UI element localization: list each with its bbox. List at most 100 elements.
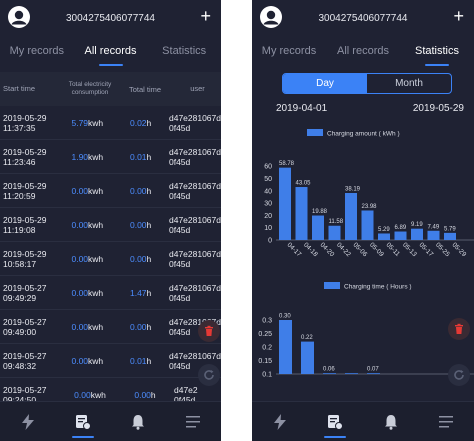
user-id-line1: d47e2 [174,384,198,395]
duration-value: 0.01 [129,355,147,366]
table-row[interactable]: 2019-05-29 10:58:17 0.00kwh 0.00h d47e281067… [0,242,221,276]
energy-cell: 0.00kwh [54,322,120,332]
y-tick-label: 10 [264,225,272,232]
data-label: 0.06 [323,367,335,373]
tab-my-records[interactable]: My records [0,45,74,57]
user-cell: d47e281067d 0f45d [161,283,221,303]
bar [312,215,324,240]
end-date[interactable]: 2019-05-29 [413,103,464,114]
y-tick-label: 0.3 [262,318,272,325]
record-time: 10:58:17 [3,258,37,269]
tab-my-records[interactable]: My records [252,45,326,57]
month-toggle[interactable]: Month [367,74,451,93]
delete-button[interactable] [448,318,470,340]
duration-value: 0.00 [129,219,147,230]
duration-value: 0.00 [134,389,151,400]
bar [361,210,374,240]
refresh-button[interactable] [448,364,470,386]
top-bar: 3004275406077744 + [0,0,221,36]
table-row[interactable]: 2019-05-29 11:20:59 0.00kwh 0.00h d47e281067… [0,174,221,208]
duration-unit: h [146,321,152,332]
user-id-line2: 0f45d [168,292,191,303]
y-tick-label: 60 [264,164,272,171]
table-row[interactable]: 2019-05-27 09:48:32 0.00kwh 0.01h d47e281067… [0,344,221,378]
nav-records[interactable] [55,402,110,441]
bar [394,231,407,240]
record-time: 11:20:59 [3,190,36,201]
x-tick-label: 05-17 [418,241,435,258]
tab-statistics[interactable]: Statistics [400,45,474,66]
user-id-line1: d47e281067d [168,248,221,259]
table-row[interactable]: 2019-05-27 09:49:00 0.00kwh 0.00h d47e281067… [0,310,221,344]
refresh-button[interactable] [198,364,220,386]
x-tick-label: 05-11 [385,241,402,258]
nav-menu[interactable] [166,402,221,441]
active-nav-indicator [71,435,94,438]
duration-cell: 0.01h [120,356,161,366]
date-range: 2019-04-01 2019-05-29 [252,103,474,117]
energy-cell: 0.00kwh [56,390,124,400]
energy-cell: 0.00kwh [54,220,120,230]
start-date[interactable]: 2019-04-01 [276,103,327,114]
duration-cell: 0.00h [120,254,161,264]
data-label: 23.98 [362,204,378,210]
energy-value: 0.00 [71,253,89,264]
tab-all-records[interactable]: All records [74,45,148,66]
duration-unit: h [146,253,152,264]
add-button[interactable]: + [453,5,464,27]
data-label: 19.88 [312,209,328,215]
tab-all-records[interactable]: All records [326,45,400,57]
nav-charge[interactable] [252,402,308,441]
energy-cell: 1.90kwh [54,152,120,162]
table-row[interactable]: 2019-05-29 11:23:46 1.90kwh 0.01h d47e281067… [0,140,221,174]
duration-unit: h [150,389,156,400]
tab-statistics[interactable]: Statistics [147,45,221,57]
energy-value: 5.79 [71,117,89,128]
data-label: 43.05 [296,181,312,187]
user-id-line2: 0f45d [168,224,191,235]
table-row[interactable]: 2019-05-29 11:37:35 5.79kwh 0.02h d47e281067… [0,106,221,140]
avatar-icon[interactable] [8,6,30,28]
energy-value: 0.00 [71,355,89,366]
nav-notifications[interactable] [363,402,419,441]
record-date: 2019-05-27 [3,282,47,293]
period-toggle: Day Month [282,73,452,94]
energy-value: 1.90 [71,151,89,162]
bar [427,230,440,240]
y-tick-label: 40 [264,188,272,195]
nav-menu[interactable] [419,402,474,441]
y-tick-label: 0.1 [262,372,272,379]
lightning-icon [21,413,34,430]
delete-button[interactable] [198,320,220,342]
user-id-line1: d47e281067d [168,350,221,361]
energy-unit: kwh [88,185,104,196]
data-label: 7.49 [428,224,440,230]
duration-cell: 0.01h [120,152,161,162]
data-label: 9.19 [411,222,423,228]
add-button[interactable]: + [200,5,211,27]
day-toggle[interactable]: Day [283,74,367,93]
record-time: 09:48:32 [3,360,37,371]
duration-cell: 1.47h [120,288,161,298]
user-id-line1: d47e281067d [168,180,221,191]
nav-charge[interactable] [0,402,55,441]
x-tick-label: 05-06 [352,241,369,258]
column-user: user [190,84,205,93]
record-time: 09:49:00 [3,326,37,337]
duration-unit: h [146,151,152,162]
duration-cell: 0.02h [120,118,161,128]
y-tick-label: 20 [264,213,272,220]
nav-records[interactable] [308,402,364,441]
avatar-icon[interactable] [260,6,282,28]
user-id-line2: 0f45d [168,326,191,337]
duration-value: 0.02 [129,117,147,128]
trash-icon [205,325,213,336]
bar [295,187,308,240]
bottom-nav [0,401,221,441]
duration-cell: 0.00h [124,390,166,400]
table-row[interactable]: 2019-05-29 11:19:08 0.00kwh 0.00h d47e281067… [0,208,221,242]
nav-notifications[interactable] [111,402,166,441]
record-time: 11:37:35 [3,122,36,133]
table-row[interactable]: 2019-05-27 09:49:29 0.00kwh 1.47h d47e281067… [0,276,221,310]
statistics-screen: 3004275406077744 + My records All record… [252,0,474,441]
